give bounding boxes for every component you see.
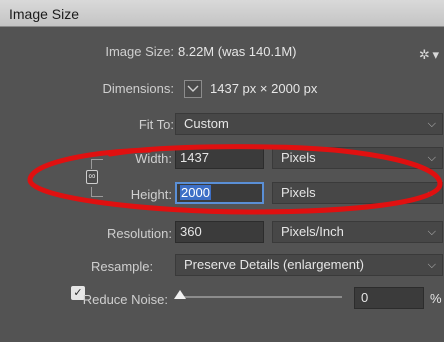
- chevron-down-icon: ⌵: [427, 118, 436, 130]
- chevron-down-icon: [187, 85, 199, 92]
- resample-method-select[interactable]: Preserve Details (enlargement) ⌵: [175, 254, 443, 276]
- chevron-down-icon: ⌵: [427, 187, 436, 199]
- dimensions-value: 1437 px × 2000 px: [210, 81, 317, 96]
- resolution-value: 360: [180, 224, 202, 239]
- dimensions-unit-width: px: [242, 81, 257, 96]
- chevron-down-icon: ⌵: [427, 226, 436, 238]
- resolution-unit-value: Pixels/Inch: [281, 224, 344, 239]
- reduce-noise-slider-track[interactable]: [177, 296, 342, 298]
- fit-to-value: Custom: [184, 116, 229, 131]
- resample-method-value: Preserve Details (enlargement): [184, 257, 364, 272]
- height-unit-select[interactable]: Pixels ⌵: [272, 182, 443, 204]
- height-value: 2000: [180, 185, 211, 200]
- image-size-dialog: Image Size: 8.22M (was 140.1M) ✲ ▾ Dimen…: [0, 27, 444, 342]
- window-title: Image Size: [9, 6, 80, 22]
- height-unit-value: Pixels: [281, 185, 316, 200]
- chevron-down-icon: ⌵: [427, 259, 436, 271]
- height-label: Height:: [130, 187, 172, 202]
- link-chain-icon[interactable]: ∞: [86, 170, 98, 184]
- dimensions-times: ×: [259, 81, 268, 96]
- gear-icon[interactable]: ✲ ▾: [419, 47, 439, 63]
- fit-to-label: Fit To:: [138, 117, 174, 132]
- resolution-label: Resolution:: [106, 226, 172, 241]
- reduce-noise-value: 0: [361, 290, 369, 305]
- width-unit-select[interactable]: Pixels ⌵: [272, 147, 443, 169]
- title-bar: Image Size: [0, 0, 444, 27]
- resolution-unit-select[interactable]: Pixels/Inch ⌵: [272, 221, 443, 243]
- dimensions-label: Dimensions:: [102, 81, 174, 96]
- image-size-value: 8.22M (was 140.1M): [178, 44, 297, 59]
- resolution-input[interactable]: 360: [175, 221, 264, 243]
- reduce-noise-input[interactable]: 0: [354, 287, 424, 309]
- fit-to-select[interactable]: Custom ⌵: [175, 113, 443, 135]
- resample-label: Resample:: [91, 259, 154, 274]
- width-input[interactable]: 1437: [175, 147, 264, 169]
- width-label: Width:: [135, 151, 172, 166]
- chevron-down-icon: ⌵: [427, 152, 436, 164]
- dimensions-height: 2000: [271, 81, 301, 96]
- height-input[interactable]: 2000: [175, 182, 264, 204]
- dimensions-unit-height: px: [303, 81, 318, 96]
- width-value: 1437: [180, 150, 209, 165]
- dimensions-dropdown[interactable]: [184, 80, 202, 98]
- reduce-noise-label: Reduce Noise:: [82, 292, 168, 307]
- dimensions-width: 1437: [210, 81, 239, 96]
- reduce-noise-slider-thumb[interactable]: [174, 290, 186, 299]
- image-size-label: Image Size:: [105, 44, 174, 59]
- reduce-noise-unit: %: [430, 291, 442, 306]
- width-unit-value: Pixels: [281, 150, 316, 165]
